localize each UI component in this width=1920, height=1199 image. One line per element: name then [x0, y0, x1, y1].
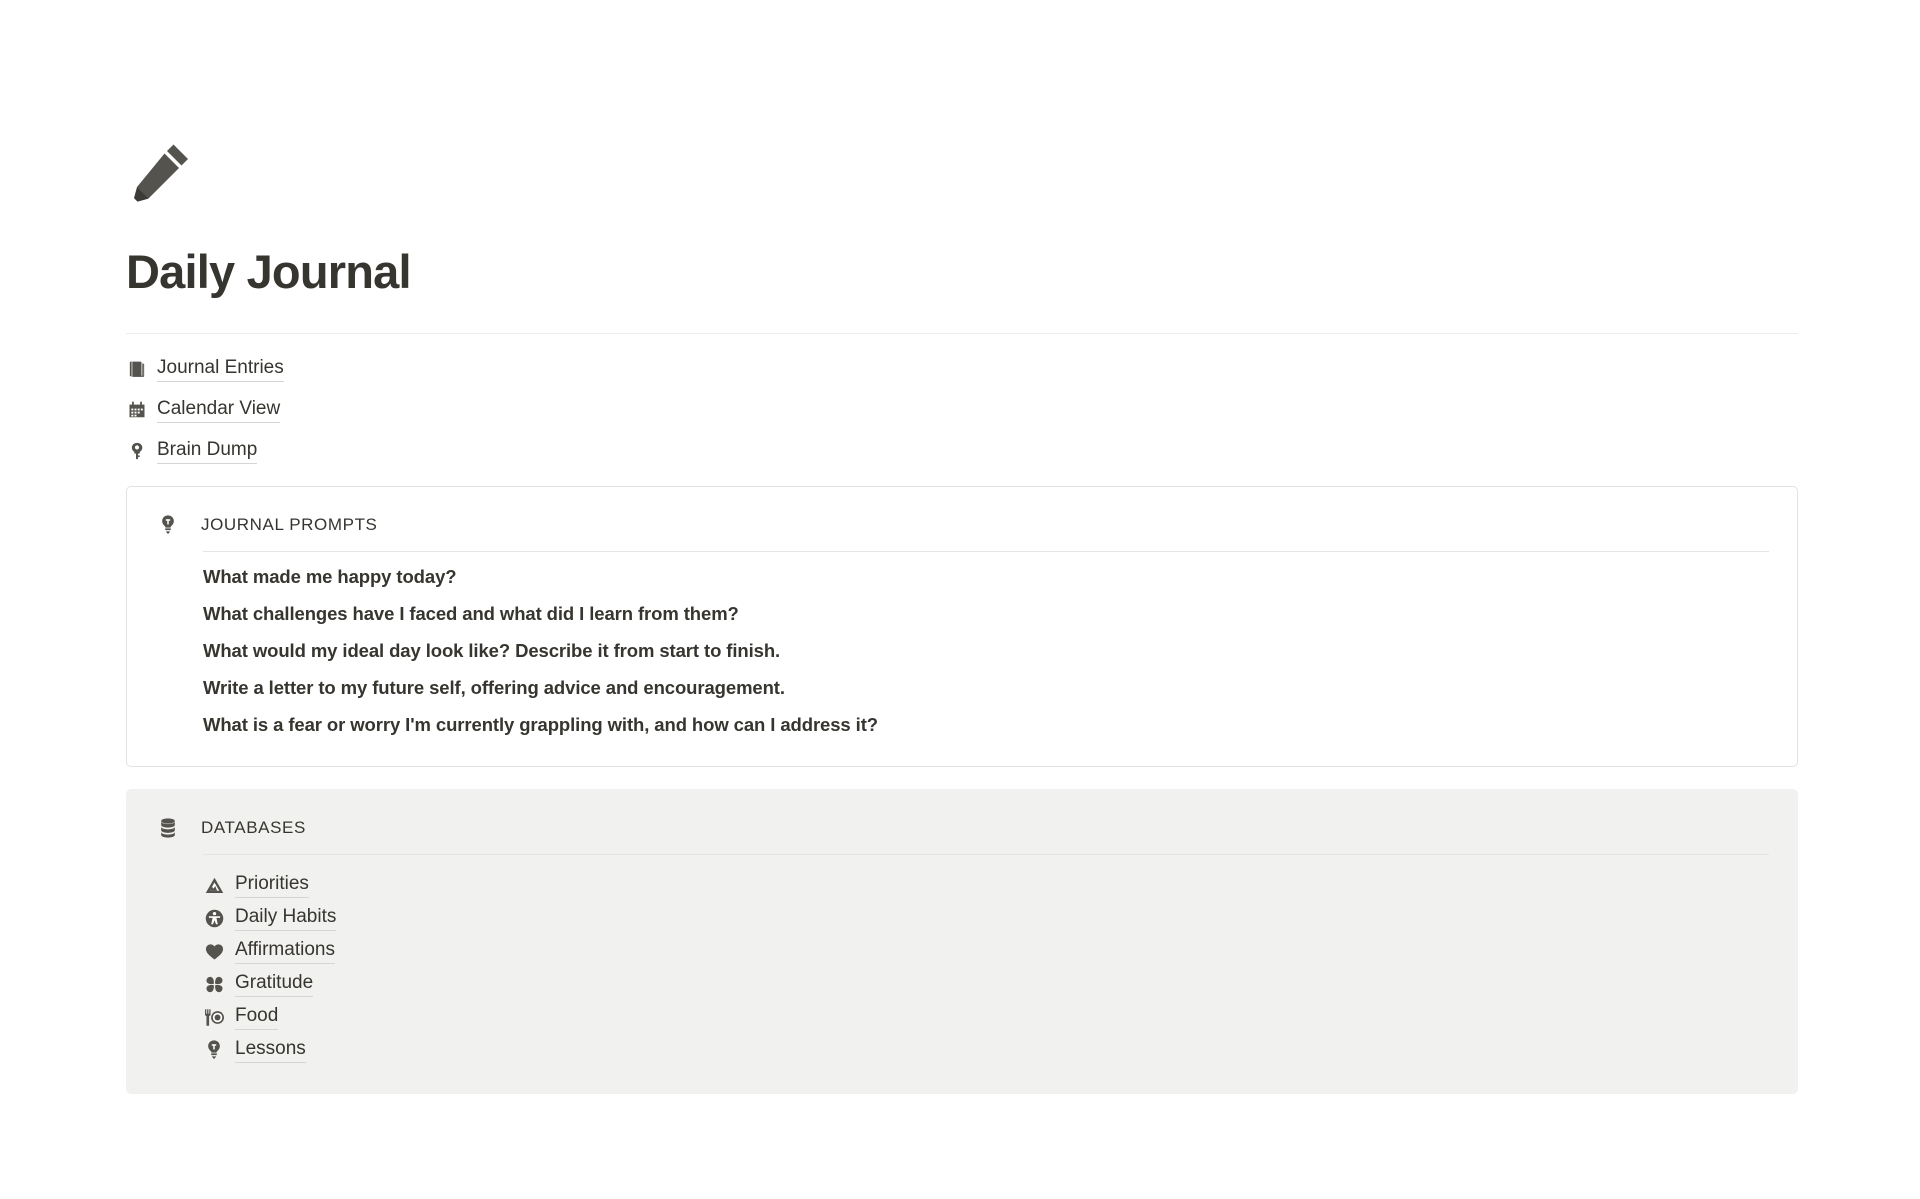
nav-link-label: Journal Entries [157, 357, 284, 382]
brain-icon [126, 441, 147, 462]
database-item-label: Food [235, 1005, 279, 1030]
database-icon [157, 816, 179, 840]
journal-prompts-header: JOURNAL PROMPTS [155, 513, 1769, 537]
food-icon [203, 1006, 225, 1028]
databases-card: DATABASES Priorities Daily Habits Affirm… [126, 789, 1798, 1095]
nav-links: Journal Entries Calendar View Brain Dump [126, 356, 1798, 464]
databases-header: DATABASES [155, 816, 1769, 840]
journal-prompts-rule [203, 551, 1769, 553]
database-item-affirmations[interactable]: Affirmations [203, 938, 335, 964]
database-item-gratitude[interactable]: Gratitude [203, 971, 314, 997]
journal-prompts-list: What made me happy today? What challenge… [203, 566, 1769, 736]
page-content: Daily Journal Journal Entries Calendar V… [126, 0, 1798, 1095]
calendar-icon [126, 400, 147, 421]
database-item-label: Gratitude [235, 972, 314, 997]
nav-link-label: Calendar View [157, 398, 281, 423]
database-item-label: Affirmations [235, 939, 335, 964]
journal-prompt-item: What challenges have I faced and what di… [203, 603, 739, 625]
pencil-icon[interactable] [126, 135, 198, 207]
lightbulb-icon [203, 1039, 225, 1061]
lightbulb-icon [157, 513, 179, 537]
database-item-label: Daily Habits [235, 906, 337, 931]
journal-prompt-item: What is a fear or worry I'm currently gr… [203, 714, 878, 736]
databases-rule [203, 854, 1769, 856]
heart-icon [203, 940, 225, 962]
database-item-label: Lessons [235, 1038, 306, 1063]
nav-link-calendar-view[interactable]: Calendar View [126, 397, 281, 423]
journal-prompt-item: Write a letter to my future self, offeri… [203, 677, 785, 699]
database-item-lessons[interactable]: Lessons [203, 1037, 306, 1063]
mountain-icon [203, 874, 225, 896]
accessibility-icon [203, 907, 225, 929]
nav-link-label: Brain Dump [157, 439, 258, 464]
databases-title: DATABASES [201, 818, 306, 838]
journal-prompts-title: JOURNAL PROMPTS [201, 515, 378, 535]
database-item-label: Priorities [235, 873, 309, 898]
database-item-food[interactable]: Food [203, 1004, 279, 1030]
notebook-icon [126, 359, 147, 380]
clover-icon [203, 973, 225, 995]
database-item-priorities[interactable]: Priorities [203, 872, 309, 898]
page-title: Daily Journal [126, 245, 412, 298]
journal-prompt-item: What made me happy today? [203, 566, 457, 588]
journal-prompts-card: JOURNAL PROMPTS What made me happy today… [126, 486, 1798, 768]
nav-link-brain-dump[interactable]: Brain Dump [126, 438, 258, 464]
database-item-daily-habits[interactable]: Daily Habits [203, 905, 337, 931]
page-root: Daily Journal Journal Entries Calendar V… [0, 0, 1920, 1199]
databases-list: Priorities Daily Habits Affirmations Gra… [203, 872, 1769, 1063]
title-divider [126, 333, 1798, 335]
journal-prompt-item: What would my ideal day look like? Descr… [203, 640, 781, 662]
nav-link-journal-entries[interactable]: Journal Entries [126, 356, 284, 382]
